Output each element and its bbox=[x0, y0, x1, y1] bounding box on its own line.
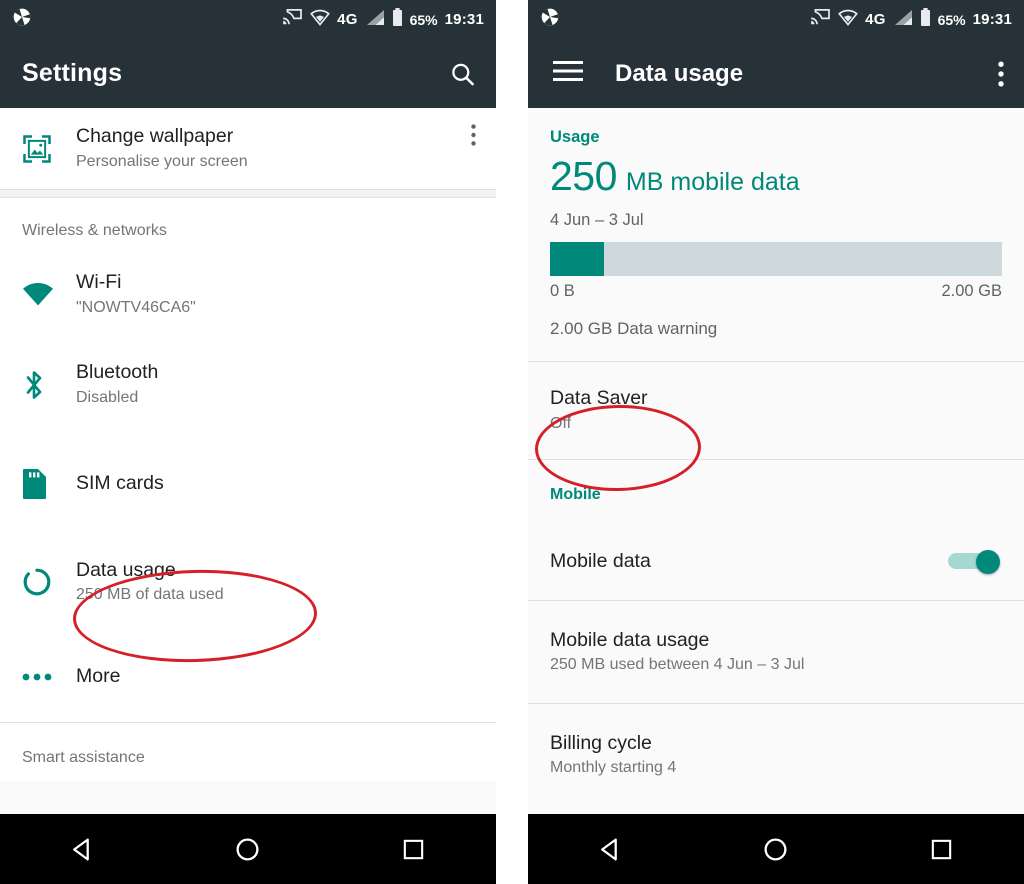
settings-row-title: Bluetooth bbox=[76, 361, 159, 384]
settings-row-subtitle: Personalise your screen bbox=[76, 152, 248, 170]
left-phone-settings-screen: 4G 65% 19:31 Settings Change wallpaper P… bbox=[0, 0, 496, 884]
section-header-wireless: Wireless & networks bbox=[0, 198, 496, 254]
network-type-label: 4G bbox=[337, 11, 358, 28]
wallpaper-image-icon bbox=[22, 134, 76, 164]
battery-icon bbox=[920, 7, 931, 32]
hamburger-menu-icon[interactable] bbox=[553, 60, 583, 87]
data-usage-row-mobile-data[interactable]: Mobile data bbox=[528, 522, 1024, 600]
navigation-bar-right bbox=[528, 814, 1024, 884]
settings-row-title: SIM cards bbox=[76, 472, 164, 495]
settings-row-title: Data usage bbox=[76, 558, 176, 581]
settings-row-change-wallpaper[interactable]: Change wallpaper Personalise your screen bbox=[0, 108, 496, 189]
settings-row-subtitle: Disabled bbox=[76, 388, 139, 406]
navigation-bar-left bbox=[0, 814, 496, 884]
usage-progress-bar[interactable] bbox=[550, 242, 1002, 276]
data-usage-row-mobile-data-usage[interactable]: Mobile data usage 250 MB used between 4 … bbox=[528, 601, 1024, 703]
usage-summary-block: Usage 250 MB mobile data 4 Jun – 3 Jul 0… bbox=[528, 108, 1024, 361]
settings-row-title: Change wallpaper bbox=[76, 125, 234, 148]
settings-row-wifi[interactable]: Wi-Fi "NOWTV46CA6" bbox=[0, 254, 496, 335]
settings-list: Change wallpaper Personalise your screen… bbox=[0, 108, 496, 781]
section-separator bbox=[0, 189, 496, 198]
page-title: Settings bbox=[22, 59, 123, 87]
wifi-icon bbox=[310, 9, 331, 31]
overflow-menu-icon[interactable] bbox=[998, 61, 1004, 87]
toggle-knob bbox=[976, 550, 1000, 574]
settings-row-subtitle: 250 MB of data used bbox=[76, 586, 224, 604]
status-bar-right: 4G 65% 19:31 bbox=[528, 0, 1024, 39]
right-phone-data-usage-screen: 4G 65% 19:31 Data usage Usage 250 MB mob… bbox=[528, 0, 1024, 884]
settings-row-more[interactable]: More bbox=[0, 631, 496, 722]
usage-amount-number: 250 bbox=[550, 153, 617, 199]
data-usage-row-subtitle: Monthly starting 4 bbox=[550, 759, 677, 777]
data-usage-row-subtitle: Off bbox=[550, 414, 572, 432]
data-usage-row-title: Mobile data bbox=[550, 549, 651, 572]
cast-icon bbox=[282, 8, 303, 31]
mobile-data-toggle[interactable] bbox=[948, 550, 1000, 574]
sim-card-icon bbox=[22, 468, 76, 500]
wifi-icon bbox=[22, 282, 76, 308]
back-triangle-icon[interactable] bbox=[43, 826, 123, 872]
data-usage-row-data-saver[interactable]: Data Saver Off bbox=[528, 362, 1024, 459]
cast-icon bbox=[810, 8, 831, 31]
status-bar-left: 4G 65% 19:31 bbox=[0, 0, 496, 39]
usage-progress-fill bbox=[550, 242, 605, 276]
overflow-menu-icon[interactable] bbox=[471, 124, 476, 151]
back-triangle-icon[interactable] bbox=[571, 826, 651, 872]
home-circle-icon[interactable] bbox=[736, 826, 816, 872]
section-header-smart-assistance: Smart assistance bbox=[0, 723, 496, 781]
usage-date-range: 4 Jun – 3 Jul bbox=[550, 211, 644, 229]
data-usage-row-title: Data Saver bbox=[550, 387, 648, 410]
settings-row-title: More bbox=[76, 665, 121, 688]
aperture-icon bbox=[12, 7, 32, 32]
battery-percent-label: 65% bbox=[937, 11, 966, 28]
usage-section-label: Usage bbox=[550, 128, 600, 146]
data-warning-label: 2.00 GB Data warning bbox=[550, 319, 718, 338]
screenshot-root: 4G 65% 19:31 Settings Change wallpaper P… bbox=[0, 0, 1024, 884]
settings-row-subtitle: "NOWTV46CA6" bbox=[76, 298, 196, 316]
data-usage-icon bbox=[22, 567, 76, 597]
settings-row-title: Wi-Fi bbox=[76, 271, 122, 294]
settings-row-data-usage[interactable]: Data usage 250 MB of data used bbox=[0, 533, 496, 631]
usage-bar-min-label: 0 B bbox=[550, 282, 575, 300]
data-usage-row-billing-cycle[interactable]: Billing cycle Monthly starting 4 bbox=[528, 704, 1024, 806]
settings-row-sim-cards[interactable]: SIM cards bbox=[0, 434, 496, 533]
recents-square-icon[interactable] bbox=[373, 826, 453, 872]
app-bar-settings: Settings bbox=[0, 39, 496, 108]
recents-square-icon[interactable] bbox=[901, 826, 981, 872]
usage-amount-unit: MB mobile data bbox=[625, 168, 800, 196]
aperture-icon bbox=[540, 7, 560, 32]
usage-bar-max-label: 2.00 GB bbox=[941, 282, 1002, 300]
signal-icon bbox=[365, 9, 385, 31]
battery-icon bbox=[392, 7, 403, 32]
settings-row-bluetooth[interactable]: Bluetooth Disabled bbox=[0, 335, 496, 434]
network-type-label: 4G bbox=[865, 11, 886, 28]
home-circle-icon[interactable] bbox=[208, 826, 288, 872]
page-title: Data usage bbox=[615, 59, 744, 87]
data-usage-row-title: Mobile data usage bbox=[550, 628, 710, 651]
usage-amount-display: 250 MB mobile data bbox=[550, 153, 1002, 200]
usage-bar-legend: 0 B 2.00 GB bbox=[550, 282, 1002, 301]
battery-percent-label: 65% bbox=[409, 11, 438, 28]
section-header-mobile: Mobile bbox=[528, 460, 1024, 522]
clock-label: 19:31 bbox=[444, 11, 484, 28]
bluetooth-icon bbox=[22, 368, 76, 402]
data-usage-row-title: Billing cycle bbox=[550, 731, 652, 754]
search-icon[interactable] bbox=[449, 60, 476, 87]
data-usage-row-subtitle: 250 MB used between 4 Jun – 3 Jul bbox=[550, 656, 805, 674]
wifi-icon bbox=[838, 9, 859, 31]
signal-icon bbox=[893, 9, 913, 31]
app-bar-data-usage: Data usage bbox=[528, 39, 1024, 108]
clock-label: 19:31 bbox=[972, 11, 1012, 28]
more-dots-icon bbox=[22, 673, 76, 681]
data-usage-list: Usage 250 MB mobile data 4 Jun – 3 Jul 0… bbox=[528, 108, 1024, 806]
